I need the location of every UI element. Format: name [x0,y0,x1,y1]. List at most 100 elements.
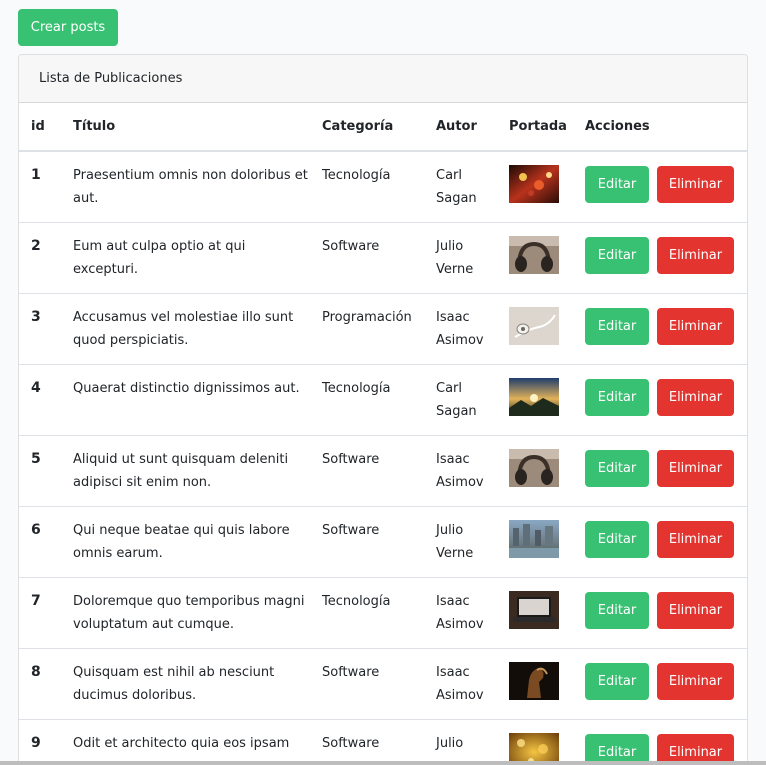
table-body: 1 Praesentium omnis non doloribus et aut.… [19,151,747,765]
row-title: Praesentium omnis non doloribus et aut. [73,168,308,206]
row-cover [497,292,573,364]
row-cover [497,151,573,222]
city-river-image [509,519,559,558]
row-title: Eum aut culpa optio at qui excepturi. [61,221,310,293]
row-actions: Editar Eliminar [573,221,747,293]
delete-button[interactable]: Eliminar [657,378,734,416]
edit-button[interactable]: Editar [585,662,649,700]
table-row: 2 Eum aut culpa optio at qui excepturi. So… [19,221,747,293]
row-category: Tecnología [310,576,424,648]
row-title: Quisquam est nihil ab nesciunt ducimus d… [61,647,310,719]
posts-table: id Título Categoría Autor Portada Accion… [19,103,747,765]
delete-button[interactable]: Eliminar [657,449,734,487]
table-row: 3 Accusamus vel molestiae illo sunt quod … [19,292,747,364]
laptop-image [509,590,559,629]
delete-button[interactable]: Eliminar [657,307,734,345]
delete-button[interactable]: Eliminar [657,662,734,700]
row-category: Software [310,221,424,293]
row-author: Julio Verne [424,505,497,577]
row-actions: Editar Eliminar [573,647,747,719]
column-header-category: Categoría [310,103,424,152]
horse-image [509,661,559,700]
table-row: 9 Odit et architecto quia eos ipsam Softwa… [19,718,747,765]
row-category: Software [310,647,424,719]
row-category: Software [310,718,424,765]
row-cover [497,576,573,648]
horizontal-scrollbar[interactable] [0,761,766,765]
row-author: Isaac Asimov [424,292,497,364]
row-author: Isaac Asimov [424,576,497,648]
headphones-image [509,448,559,487]
edit-button[interactable]: Editar [585,166,649,203]
row-title: Doloremque quo temporibus magni voluptat… [61,576,310,648]
column-header-cover: Portada [497,103,573,152]
delete-button[interactable]: Eliminar [657,166,734,203]
row-author: Carl Sagan [436,168,477,206]
edit-button[interactable]: Editar [585,449,649,487]
row-id: 6 [19,505,61,577]
row-id: 7 [19,576,61,648]
column-header-author: Autor [424,103,497,152]
delete-button[interactable]: Eliminar [657,236,734,274]
edit-button[interactable]: Editar [585,378,649,416]
row-cover [497,434,573,506]
earphones-image [509,306,559,345]
row-id: 1 [31,167,41,183]
row-cover [497,363,573,435]
row-title: Qui neque beatae qui quis labore omnis e… [61,505,310,577]
edit-button[interactable]: Editar [585,591,649,629]
row-cover [497,221,573,293]
table-row: 1 Praesentium omnis non doloribus et aut.… [19,151,747,222]
table-row: 7 Doloremque quo temporibus magni volupta… [19,576,747,648]
row-title: Accusamus vel molestiae illo sunt quod p… [61,292,310,364]
row-actions: Editar Eliminar [573,151,747,222]
row-author: Julio Verne [424,221,497,293]
row-cover [497,718,573,765]
headphones-image [509,235,559,274]
row-title: Quaerat distinctio dignissimos aut. [61,363,310,435]
edit-button[interactable]: Editar [585,520,649,558]
create-posts-button[interactable]: Crear posts [18,9,118,46]
card-header: Lista de Publicaciones [19,55,747,103]
row-cover [497,505,573,577]
column-header-id: id [19,103,61,152]
table-row: 6 Qui neque beatae qui quis labore omnis … [19,505,747,577]
row-actions: Editar Eliminar [573,505,747,577]
row-cover [497,647,573,719]
table-header-row: id Título Categoría Autor Portada Accion… [19,103,747,152]
page: Crear posts Lista de Publicaciones id Tí… [0,0,766,765]
sunset-landscape-image [509,377,559,416]
row-category: Tecnología [310,363,424,435]
row-category: Programación [310,292,424,364]
edit-button[interactable]: Editar [585,307,649,345]
table-row: 8 Quisquam est nihil ab nesciunt ducimus … [19,647,747,719]
column-header-actions: Acciones [573,103,747,152]
row-id: 3 [19,292,61,364]
row-actions: Editar Eliminar [573,292,747,364]
table-row: 5 Aliquid ut sunt quisquam deleniti adipi… [19,434,747,506]
row-author: Julio [424,718,497,765]
row-category: Software [310,434,424,506]
column-header-title: Título [61,103,310,152]
posts-card: Lista de Publicaciones id Título Categor… [18,54,748,765]
row-author: Isaac Asimov [424,434,497,506]
colorful-abstract-image [509,165,559,203]
row-id: 9 [19,718,61,765]
delete-button[interactable]: Eliminar [657,520,734,558]
row-id: 4 [19,363,61,435]
row-id: 5 [19,434,61,506]
delete-button[interactable]: Eliminar [657,591,734,629]
row-actions: Editar Eliminar [573,434,747,506]
row-actions: Editar Eliminar [573,718,747,765]
row-title: Odit et architecto quia eos ipsam [61,718,310,765]
row-category: Software [310,505,424,577]
row-author: Carl Sagan [424,363,497,435]
table-head: id Título Categoría Autor Portada Accion… [19,103,747,152]
row-title: Aliquid ut sunt quisquam deleniti adipis… [61,434,310,506]
row-actions: Editar Eliminar [573,363,747,435]
row-actions: Editar Eliminar [573,576,747,648]
row-id: 8 [19,647,61,719]
table-row: 4 Quaerat distinctio dignissimos aut. Tecn… [19,363,747,435]
row-category: Tecnología [322,168,391,183]
edit-button[interactable]: Editar [585,236,649,274]
